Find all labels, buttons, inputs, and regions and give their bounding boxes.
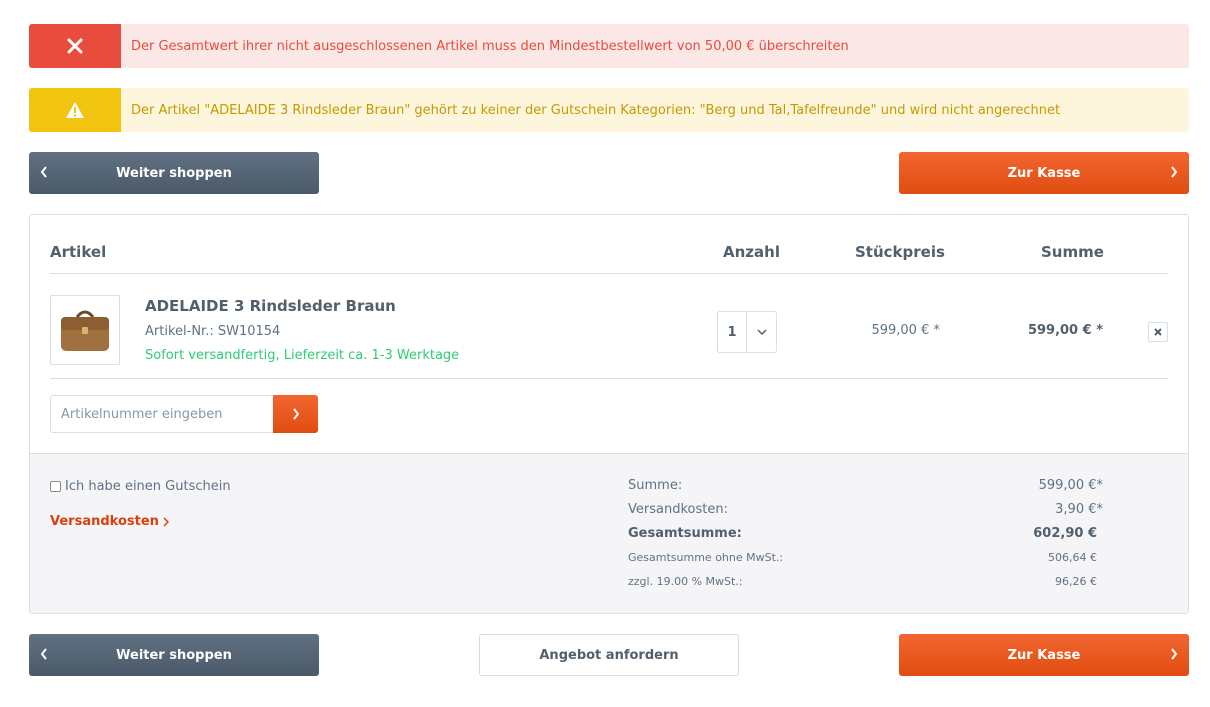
chevron-down-icon — [747, 312, 776, 352]
add-article-form — [50, 395, 318, 433]
cart-item-row: ADELAIDE 3 Rindsleder Braun Artikel-Nr.:… — [50, 275, 1168, 379]
cart-panel: Artikel Anzahl Stückpreis Summe ADELAIDE… — [29, 214, 1189, 614]
remove-item-button[interactable] — [1148, 322, 1168, 342]
warning-alert-text: Der Artikel "ADELAIDE 3 Rindsleder Braun… — [131, 102, 1061, 118]
request-offer-button[interactable]: Angebot anfordern — [479, 634, 739, 676]
cart-table-header: Artikel Anzahl Stückpreis Summe — [50, 215, 1168, 274]
shipping-label: Versandkosten: — [628, 502, 728, 517]
net-total-label: Gesamtsumme ohne MwSt.: — [628, 551, 784, 564]
continue-shopping-button-bottom[interactable]: Weiter shoppen — [29, 634, 319, 676]
sum-value: 599,00 €* — [1038, 478, 1103, 493]
row-total: 599,00 € * — [1027, 323, 1103, 338]
chevron-left-icon — [39, 647, 49, 665]
continue-shopping-button-top[interactable]: Weiter shoppen — [29, 152, 319, 194]
tax-value: 96,26 € — [1055, 575, 1097, 588]
shipping-costs-link[interactable]: Versandkosten — [50, 514, 169, 529]
product-image[interactable] — [50, 295, 120, 365]
grand-total-value: 602,90 € — [1033, 526, 1097, 541]
request-offer-label: Angebot anfordern — [539, 647, 679, 663]
error-alert: Der Gesamtwert ihrer nicht ausgeschlosse… — [29, 24, 1189, 68]
column-header-article: Artikel — [50, 243, 107, 261]
shipping-costs-label: Versandkosten — [50, 514, 159, 529]
checkout-label: Zur Kasse — [1007, 165, 1081, 181]
chevron-right-icon — [1169, 165, 1179, 183]
close-icon — [29, 24, 121, 68]
chevron-right-icon — [1169, 647, 1179, 665]
product-sku: Artikel-Nr.: SW10154 — [145, 324, 281, 339]
chevron-left-icon — [39, 165, 49, 183]
chevron-right-icon — [163, 516, 169, 527]
net-total-value: 506,64 € — [1048, 551, 1097, 564]
voucher-label: Ich habe einen Gutschein — [65, 479, 231, 494]
column-header-unit-price: Stückpreis — [855, 243, 945, 261]
voucher-checkbox[interactable] — [50, 481, 61, 492]
error-alert-text: Der Gesamtwert ihrer nicht ausgeschlosse… — [131, 38, 849, 54]
checkout-button-bottom[interactable]: Zur Kasse — [899, 634, 1189, 676]
voucher-toggle[interactable]: Ich habe einen Gutschein — [50, 479, 231, 494]
continue-shopping-label: Weiter shoppen — [116, 647, 232, 663]
warning-icon — [29, 88, 121, 132]
column-header-total: Summe — [1041, 243, 1104, 261]
tax-label: zzgl. 19.00 % MwSt.: — [628, 575, 743, 588]
quantity-select[interactable]: 1 — [717, 311, 777, 353]
delivery-info: Sofort versandfertig, Lieferzeit ca. 1-3… — [145, 348, 460, 363]
warning-alert: Der Artikel "ADELAIDE 3 Rindsleder Braun… — [29, 88, 1189, 132]
checkout-label: Zur Kasse — [1007, 647, 1081, 663]
add-article-button[interactable] — [273, 395, 318, 433]
product-name-link[interactable]: ADELAIDE 3 Rindsleder Braun — [145, 297, 396, 315]
unit-price: 599,00 € * — [871, 323, 940, 338]
grand-total-label: Gesamtsumme: — [628, 526, 742, 541]
quantity-value: 1 — [718, 312, 747, 352]
article-number-input[interactable] — [50, 395, 273, 433]
column-header-quantity: Anzahl — [723, 243, 780, 261]
shipping-value: 3,90 €* — [1055, 502, 1103, 517]
cart-summary: Ich habe einen Gutschein Versandkosten S… — [30, 453, 1188, 613]
sum-label: Summe: — [628, 478, 683, 493]
continue-shopping-label: Weiter shoppen — [116, 165, 232, 181]
checkout-button-top[interactable]: Zur Kasse — [899, 152, 1189, 194]
